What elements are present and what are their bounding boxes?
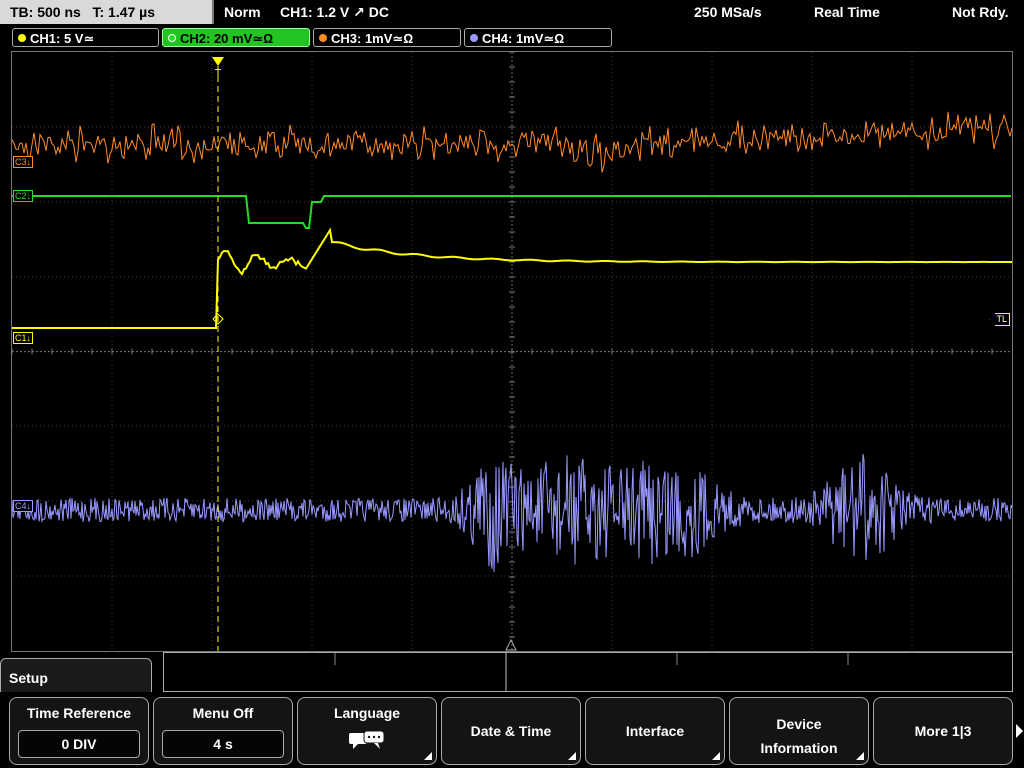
time-scale-ruler: [334, 653, 849, 691]
menu-off-label: Menu Off: [192, 705, 254, 721]
channel-4-dot-icon: [470, 34, 478, 42]
acquisition-mode: Real Time: [814, 4, 880, 20]
sample-rate: 250 MSa/s: [694, 4, 762, 20]
waveform-canvas: T: [12, 52, 1012, 651]
waveform-display[interactable]: T C3↓ C2↓ C1↓ C4↓ TL: [11, 51, 1013, 652]
more-label: More 1|3: [914, 723, 972, 739]
trigger-mode[interactable]: Norm: [224, 0, 261, 24]
channel-1-dot-icon: [18, 34, 26, 42]
channel-4-offset-marker[interactable]: C4↓: [13, 500, 34, 512]
submenu-corner-icon: [856, 752, 864, 760]
center-reference-marker-icon: [505, 638, 517, 651]
date-time-button[interactable]: Date & Time: [441, 697, 581, 765]
next-page-arrow-icon[interactable]: [1015, 697, 1024, 765]
interface-button[interactable]: Interface: [585, 697, 725, 765]
timebase-value: TB: 500 ns: [10, 4, 81, 20]
time-reference-value: 0 DIV: [18, 730, 140, 758]
more-button[interactable]: More 1|3: [873, 697, 1013, 765]
speech-bubbles-icon: [349, 730, 385, 749]
time-scale-strip: [163, 652, 1013, 692]
timebase-box[interactable]: TB: 500 ns T: 1.47 µs: [0, 0, 214, 24]
channel-2-dot-icon: [168, 34, 176, 42]
menu-off-value: 4 s: [162, 730, 284, 758]
channel-2-label[interactable]: CH2: 20 mV≃Ω: [162, 28, 310, 47]
time-reference-label: Time Reference: [26, 705, 131, 721]
channel-3-offset-marker[interactable]: C3↓: [13, 156, 34, 168]
status-bar: TB: 500 ns T: 1.47 µs Norm CH1: 1.2 V ↗ …: [0, 0, 1024, 24]
trigger-time-value: T: 1.47 µs: [92, 4, 156, 20]
menu-title-tab: Setup: [0, 658, 152, 692]
channel-1-offset-marker[interactable]: C1↓: [13, 332, 34, 344]
submenu-corner-icon: [568, 752, 576, 760]
submenu-corner-icon: [712, 752, 720, 760]
time-reference-button[interactable]: Time Reference 0 DIV: [9, 697, 149, 765]
channel-2-offset-marker[interactable]: C2↓: [13, 190, 34, 202]
device-information-label: Device Information: [760, 716, 838, 756]
trigger-t-glyph: T: [214, 68, 222, 79]
interface-label: Interface: [625, 723, 685, 739]
channel-3-dot-icon: [319, 34, 327, 42]
trigger-setting[interactable]: CH1: 1.2 V ↗ DC: [280, 0, 389, 24]
channel-4-label[interactable]: CH4: 1mV≃Ω: [464, 28, 612, 47]
language-button[interactable]: Language: [297, 697, 437, 765]
channel-3-label[interactable]: CH3: 1mV≃Ω: [313, 28, 461, 47]
date-time-label: Date & Time: [470, 723, 552, 739]
trigger-state: Not Rdy.: [952, 4, 1009, 20]
language-label: Language: [333, 705, 401, 721]
trigger-position-marker-icon[interactable]: [212, 57, 224, 66]
submenu-corner-icon: [424, 752, 432, 760]
channel-1-label[interactable]: CH1: 5 V≃: [12, 28, 159, 47]
menu-off-button[interactable]: Menu Off 4 s: [153, 697, 293, 765]
device-information-button[interactable]: Device Information: [729, 697, 869, 765]
